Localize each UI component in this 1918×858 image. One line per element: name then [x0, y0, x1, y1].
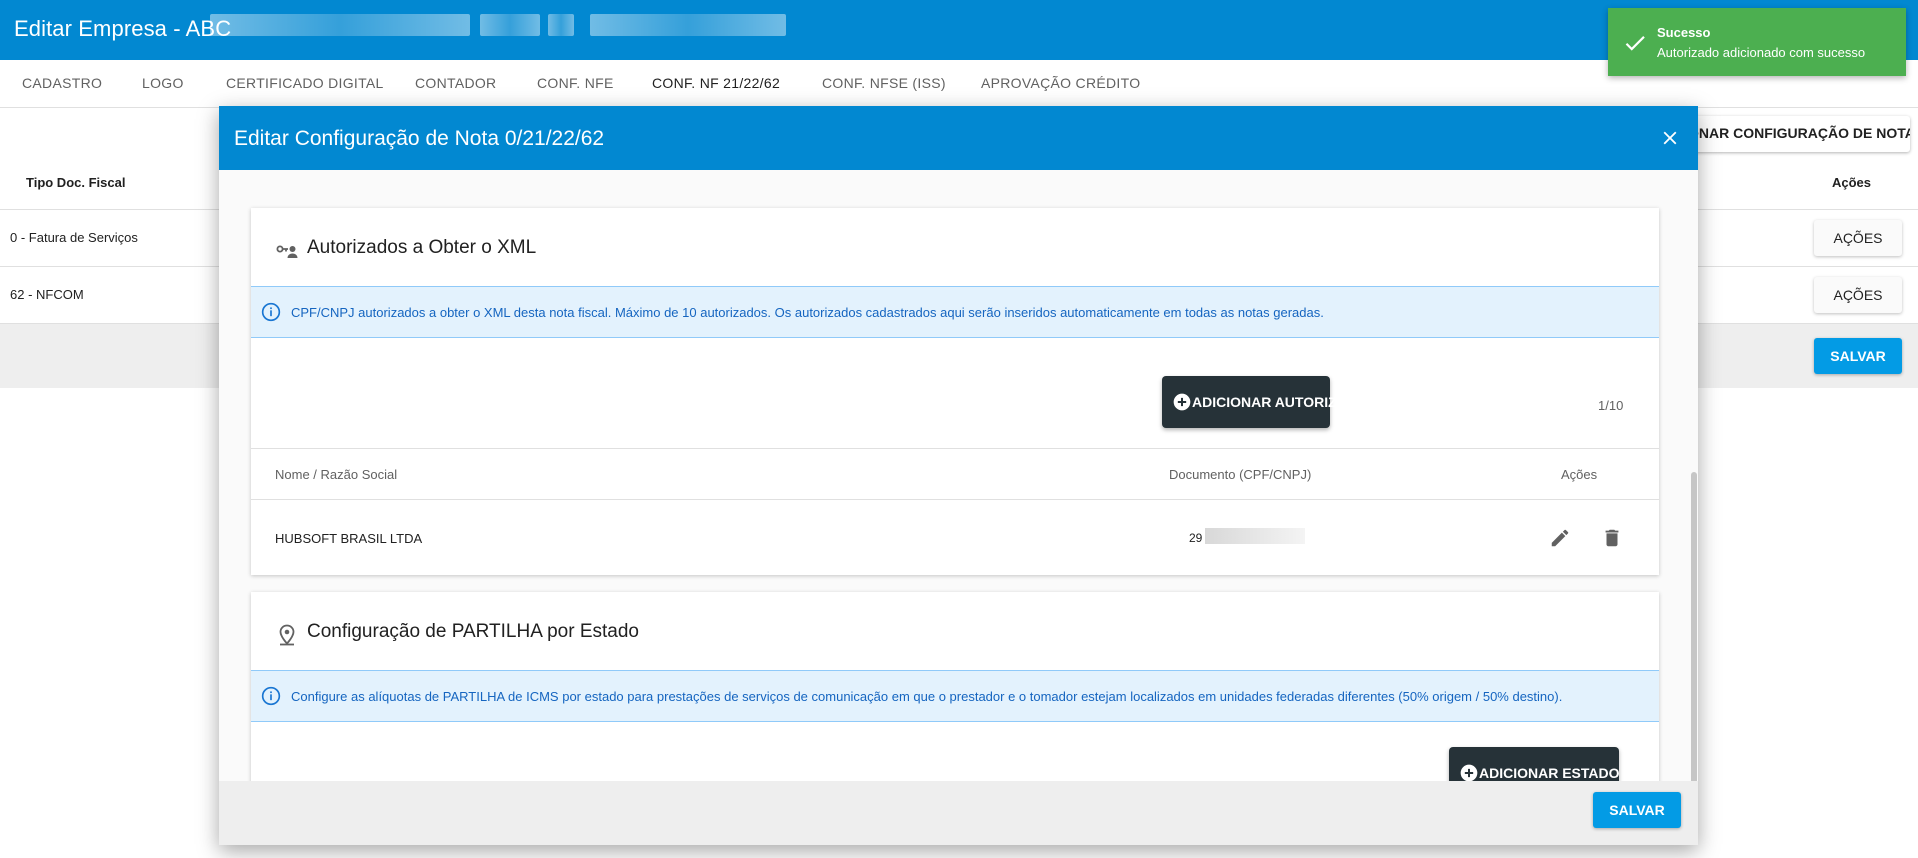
redacted-document [1205, 528, 1305, 544]
tab-contador[interactable]: CONTADOR [415, 75, 496, 91]
key-person-icon [276, 245, 298, 258]
autorizados-counter: 1/10 [1598, 398, 1624, 413]
autorizados-info-text: CPF/CNPJ autorizados a obter o XML desta… [291, 305, 1324, 320]
autorizados-info-banner: CPF/CNPJ autorizados a obter o XML desta… [251, 286, 1659, 338]
redacted-company-name-2 [480, 14, 540, 36]
autorizado-documento: 29 [1189, 531, 1203, 545]
autorizados-table-header: Nome / Razão Social Documento (CPF/CNPJ)… [251, 448, 1659, 500]
add-estado-label: ADICIONAR ESTADO [1479, 765, 1620, 781]
acoes-button[interactable]: AÇÕES [1814, 220, 1902, 256]
partilha-title: Configuração de PARTILHA por Estado [307, 621, 639, 642]
dialog-header: Editar Configuração de Nota 0/21/22/62 [219, 106, 1698, 170]
col-acoes: Ações [1561, 467, 1598, 482]
toast-title: Sucesso [1657, 25, 1711, 40]
edit-icon[interactable] [1549, 527, 1571, 549]
tab-logo[interactable]: LOGO [142, 75, 184, 91]
partilha-info-banner: Configure as alíquotas de PARTILHA de IC… [251, 670, 1659, 722]
page-title: Editar Empresa - ABC [14, 16, 232, 41]
delete-icon[interactable] [1601, 527, 1623, 549]
autorizados-title: Autorizados a Obter o XML [307, 237, 537, 258]
info-icon [261, 302, 281, 322]
toast-message: Autorizado adicionado com sucesso [1657, 45, 1866, 60]
tab-conf-nf-21-22-62[interactable]: CONF. NF 21/22/62 [652, 75, 780, 91]
tab-conf-nfe[interactable]: CONF. NFE [537, 75, 614, 91]
col-acoes: Ações [1832, 175, 1872, 190]
add-circle-icon [1460, 764, 1478, 781]
redacted-company-name-4 [590, 14, 786, 36]
cell-tipo: 0 - Fatura de Serviços [10, 230, 138, 245]
autorizados-card: Autorizados a Obter o XML CPF/CNPJ autor… [251, 208, 1659, 575]
add-config-button[interactable]: ONAR CONFIGURAÇÃO DE NOTA [1670, 116, 1910, 152]
dialog-scrollbar[interactable] [1691, 472, 1697, 781]
autorizado-nome: HUBSOFT BRASIL LTDA [275, 531, 423, 546]
tab-conf-nfse-iss[interactable]: CONF. NFSE (ISS) [822, 75, 946, 91]
partilha-card: Configuração de PARTILHA por Estado Conf… [251, 592, 1659, 781]
table-row: HUBSOFT BRASIL LTDA 29 [251, 500, 1659, 575]
tab-certificado-digital[interactable]: CERTIFICADO DIGITAL [226, 75, 384, 91]
col-documento: Documento (CPF/CNPJ) [1169, 467, 1312, 482]
edit-config-dialog: Editar Configuração de Nota 0/21/22/62 A… [219, 106, 1698, 845]
location-pin-icon [279, 624, 295, 646]
add-autorizado-button[interactable]: ADICIONAR AUTORIZADO [1162, 376, 1368, 428]
cell-tipo: 62 - NFCOM [10, 287, 84, 302]
check-icon [1625, 36, 1645, 51]
col-nome: Nome / Razão Social [275, 467, 398, 482]
success-toast: Sucesso Autorizado adicionado com sucess… [1608, 8, 1906, 76]
redacted-company-name [210, 14, 470, 36]
acoes-button[interactable]: AÇÕES [1814, 277, 1902, 313]
info-icon [261, 686, 281, 706]
dialog-footer: SALVAR [219, 781, 1698, 845]
tab-aprovacao-credito[interactable]: APROVAÇÃO CRÉDITO [981, 75, 1140, 91]
add-circle-icon [1173, 393, 1191, 411]
redacted-company-name-3 [548, 14, 574, 36]
dialog-body: Autorizados a Obter o XML CPF/CNPJ autor… [219, 170, 1698, 781]
close-icon[interactable] [1659, 127, 1681, 149]
dialog-save-button[interactable]: SALVAR [1593, 792, 1681, 828]
tab-cadastro[interactable]: CADASTRO [22, 75, 102, 91]
partilha-info-text: Configure as alíquotas de PARTILHA de IC… [291, 689, 1563, 704]
add-autorizado-label: ADICIONAR AUTORIZADO [1192, 394, 1368, 410]
col-tipo-doc: Tipo Doc. Fiscal [26, 175, 126, 190]
dialog-title: Editar Configuração de Nota 0/21/22/62 [234, 127, 605, 150]
page-save-button[interactable]: SALVAR [1814, 338, 1902, 374]
add-estado-button[interactable]: ADICIONAR ESTADO [1449, 747, 1620, 781]
